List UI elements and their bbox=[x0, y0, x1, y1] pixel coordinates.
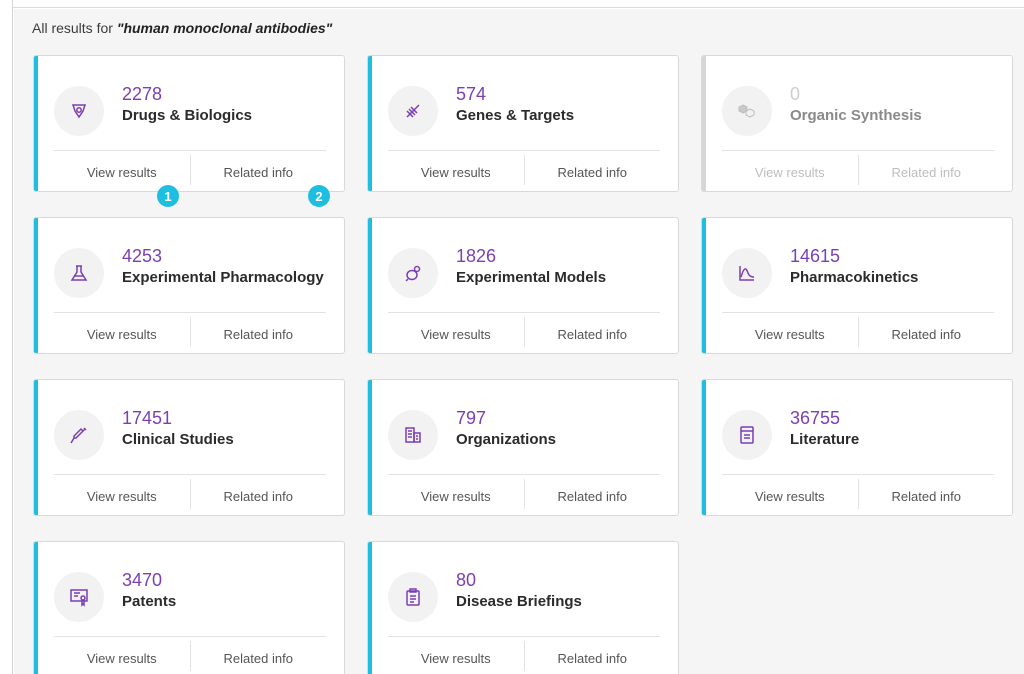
result-count: 80 bbox=[456, 570, 477, 590]
category-card-experimental-models: 1826 Experimental Models View results Re… bbox=[367, 217, 679, 354]
result-count: 797 bbox=[456, 408, 487, 428]
category-card-disease-briefings: 80 Disease Briefings View results Relate… bbox=[367, 541, 679, 674]
category-card-pharmacokinetics: 14615 Pharmacokinetics View results Rela… bbox=[701, 217, 1013, 354]
annotation-badge-1: 1 bbox=[157, 185, 179, 207]
related-info-button[interactable]: Related info bbox=[525, 313, 661, 353]
related-info-button[interactable]: Related info bbox=[191, 475, 327, 515]
category-label: Organic Synthesis bbox=[790, 107, 922, 124]
related-info-button[interactable]: Related info bbox=[859, 151, 995, 191]
view-results-button[interactable]: View results bbox=[54, 313, 190, 353]
category-card-experimental-pharmacology: 4253 Experimental Pharmacology View resu… bbox=[33, 217, 345, 354]
results-heading-prefix: All results for bbox=[32, 20, 117, 36]
view-results-button[interactable]: View results bbox=[54, 475, 190, 515]
related-info-button[interactable]: Related info bbox=[525, 475, 661, 515]
category-label: Pharmacokinetics bbox=[790, 269, 919, 286]
mouse-icon bbox=[388, 248, 438, 298]
view-results-button[interactable]: View results bbox=[388, 637, 524, 674]
view-results-button[interactable]: View results bbox=[388, 475, 524, 515]
dna-icon bbox=[388, 86, 438, 136]
view-results-button[interactable]: View results bbox=[722, 151, 858, 191]
window-left-edge bbox=[0, 0, 13, 674]
category-card-organic-synthesis: 0 Organic Synthesis View results Related… bbox=[701, 55, 1013, 192]
result-count: 574 bbox=[456, 84, 487, 104]
results-panel: All results for "human monoclonal antibo… bbox=[14, 9, 1024, 674]
view-results-button[interactable]: View results bbox=[722, 475, 858, 515]
related-info-button[interactable]: Related info bbox=[859, 475, 995, 515]
category-label: Drugs & Biologics bbox=[122, 107, 253, 124]
category-label: Disease Briefings bbox=[456, 593, 582, 610]
related-info-button[interactable]: Related info bbox=[859, 313, 995, 353]
category-card-organizations: 797 Organizations View results Related i… bbox=[367, 379, 679, 516]
result-count: 3470 bbox=[122, 570, 163, 590]
molecule-icon bbox=[722, 86, 772, 136]
related-info-button[interactable]: Related info bbox=[191, 637, 327, 674]
category-card-patents: 3470 Patents View results Related info bbox=[33, 541, 345, 674]
document-icon bbox=[722, 410, 772, 460]
building-icon bbox=[388, 410, 438, 460]
category-card-clinical-studies: 17451 Clinical Studies View results Rela… bbox=[33, 379, 345, 516]
chart-curve-icon bbox=[722, 248, 772, 298]
category-label: Patents bbox=[122, 593, 177, 610]
annotation-badge-2: 2 bbox=[308, 185, 330, 207]
clipboard-icon bbox=[388, 572, 438, 622]
view-results-button[interactable]: View results bbox=[54, 637, 190, 674]
related-info-button[interactable]: Related info bbox=[191, 151, 327, 191]
drug-capsule-icon bbox=[54, 86, 104, 136]
category-label: Genes & Targets bbox=[456, 107, 575, 124]
category-label: Literature bbox=[790, 431, 860, 448]
view-results-button[interactable]: View results bbox=[722, 313, 858, 353]
category-card-genes-targets: 574 Genes & Targets View results Related… bbox=[367, 55, 679, 192]
category-label: Clinical Studies bbox=[122, 431, 234, 448]
result-count: 14615 bbox=[790, 246, 841, 266]
result-count: 36755 bbox=[790, 408, 841, 428]
result-count: 4253 bbox=[122, 246, 163, 266]
syringe-icon bbox=[54, 410, 104, 460]
view-results-button[interactable]: View results bbox=[388, 313, 524, 353]
category-card-drugs-biologics: 2278 Drugs & Biologics View results Rela… bbox=[33, 55, 345, 192]
category-label: Experimental Models bbox=[456, 269, 607, 286]
result-count: 2278 bbox=[122, 84, 163, 104]
search-query: "human monoclonal antibodies" bbox=[116, 20, 333, 36]
related-info-button[interactable]: Related info bbox=[525, 151, 661, 191]
result-count: 1826 bbox=[456, 246, 497, 266]
result-count: 0 bbox=[790, 84, 801, 104]
view-results-button[interactable]: View results bbox=[388, 151, 524, 191]
related-info-button[interactable]: Related info bbox=[191, 313, 327, 353]
related-info-button[interactable]: Related info bbox=[525, 637, 661, 674]
category-label: Experimental Pharmacology bbox=[122, 269, 324, 286]
result-count: 17451 bbox=[122, 408, 173, 428]
flask-icon bbox=[54, 248, 104, 298]
certificate-icon bbox=[54, 572, 104, 622]
category-label: Organizations bbox=[456, 431, 557, 448]
window-top-edge bbox=[13, 0, 1024, 8]
results-heading: All results for "human monoclonal antibo… bbox=[32, 20, 332, 36]
category-card-literature: 36755 Literature View results Related in… bbox=[701, 379, 1013, 516]
